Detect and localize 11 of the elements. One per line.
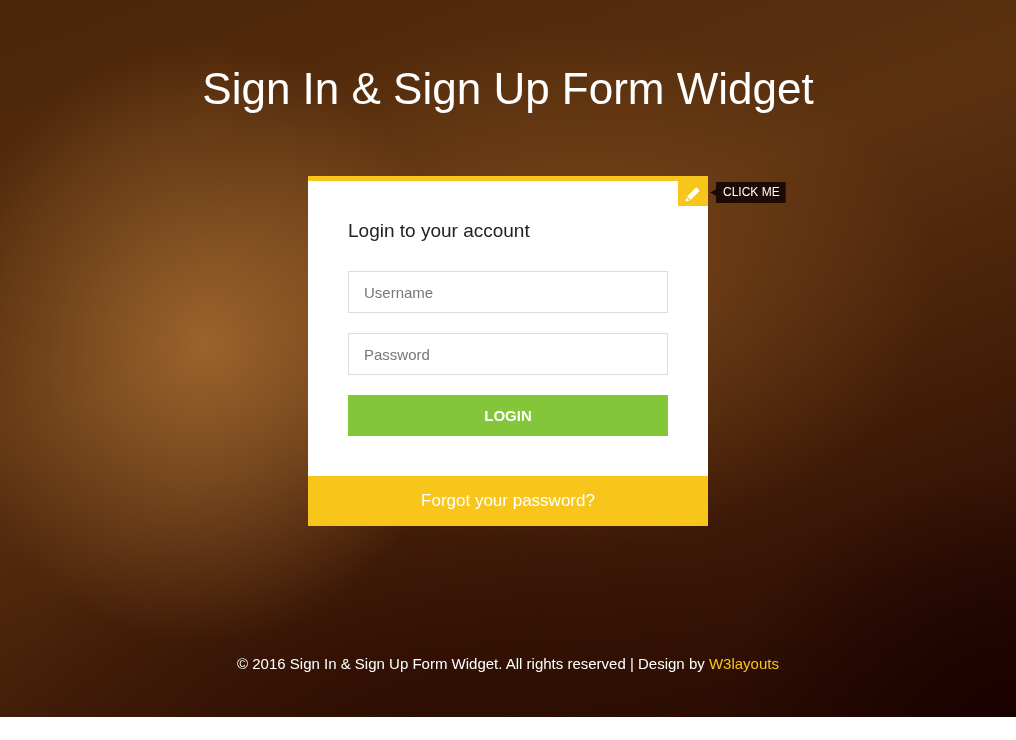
page-title: Sign In & Sign Up Form Widget [202, 63, 814, 115]
input-field[interactable]: Password [348, 333, 668, 375]
forgot-password-link[interactable]: Forgot your password? [308, 476, 708, 526]
form-heading: Login to your account [348, 219, 531, 243]
login-button[interactable]: LOGIN [348, 395, 668, 436]
pencil-icon [685, 185, 701, 202]
tooltip: CLICK ME [710, 182, 786, 203]
edit-button[interactable] [678, 181, 708, 206]
copyright-text: © 2016 Sign In & Sign Up Form Widget. All rights reserved | Design by W3layouts [237, 654, 779, 674]
input-field[interactable]: Username [348, 271, 668, 313]
credit-link[interactable]: W3layouts [708, 655, 779, 672]
